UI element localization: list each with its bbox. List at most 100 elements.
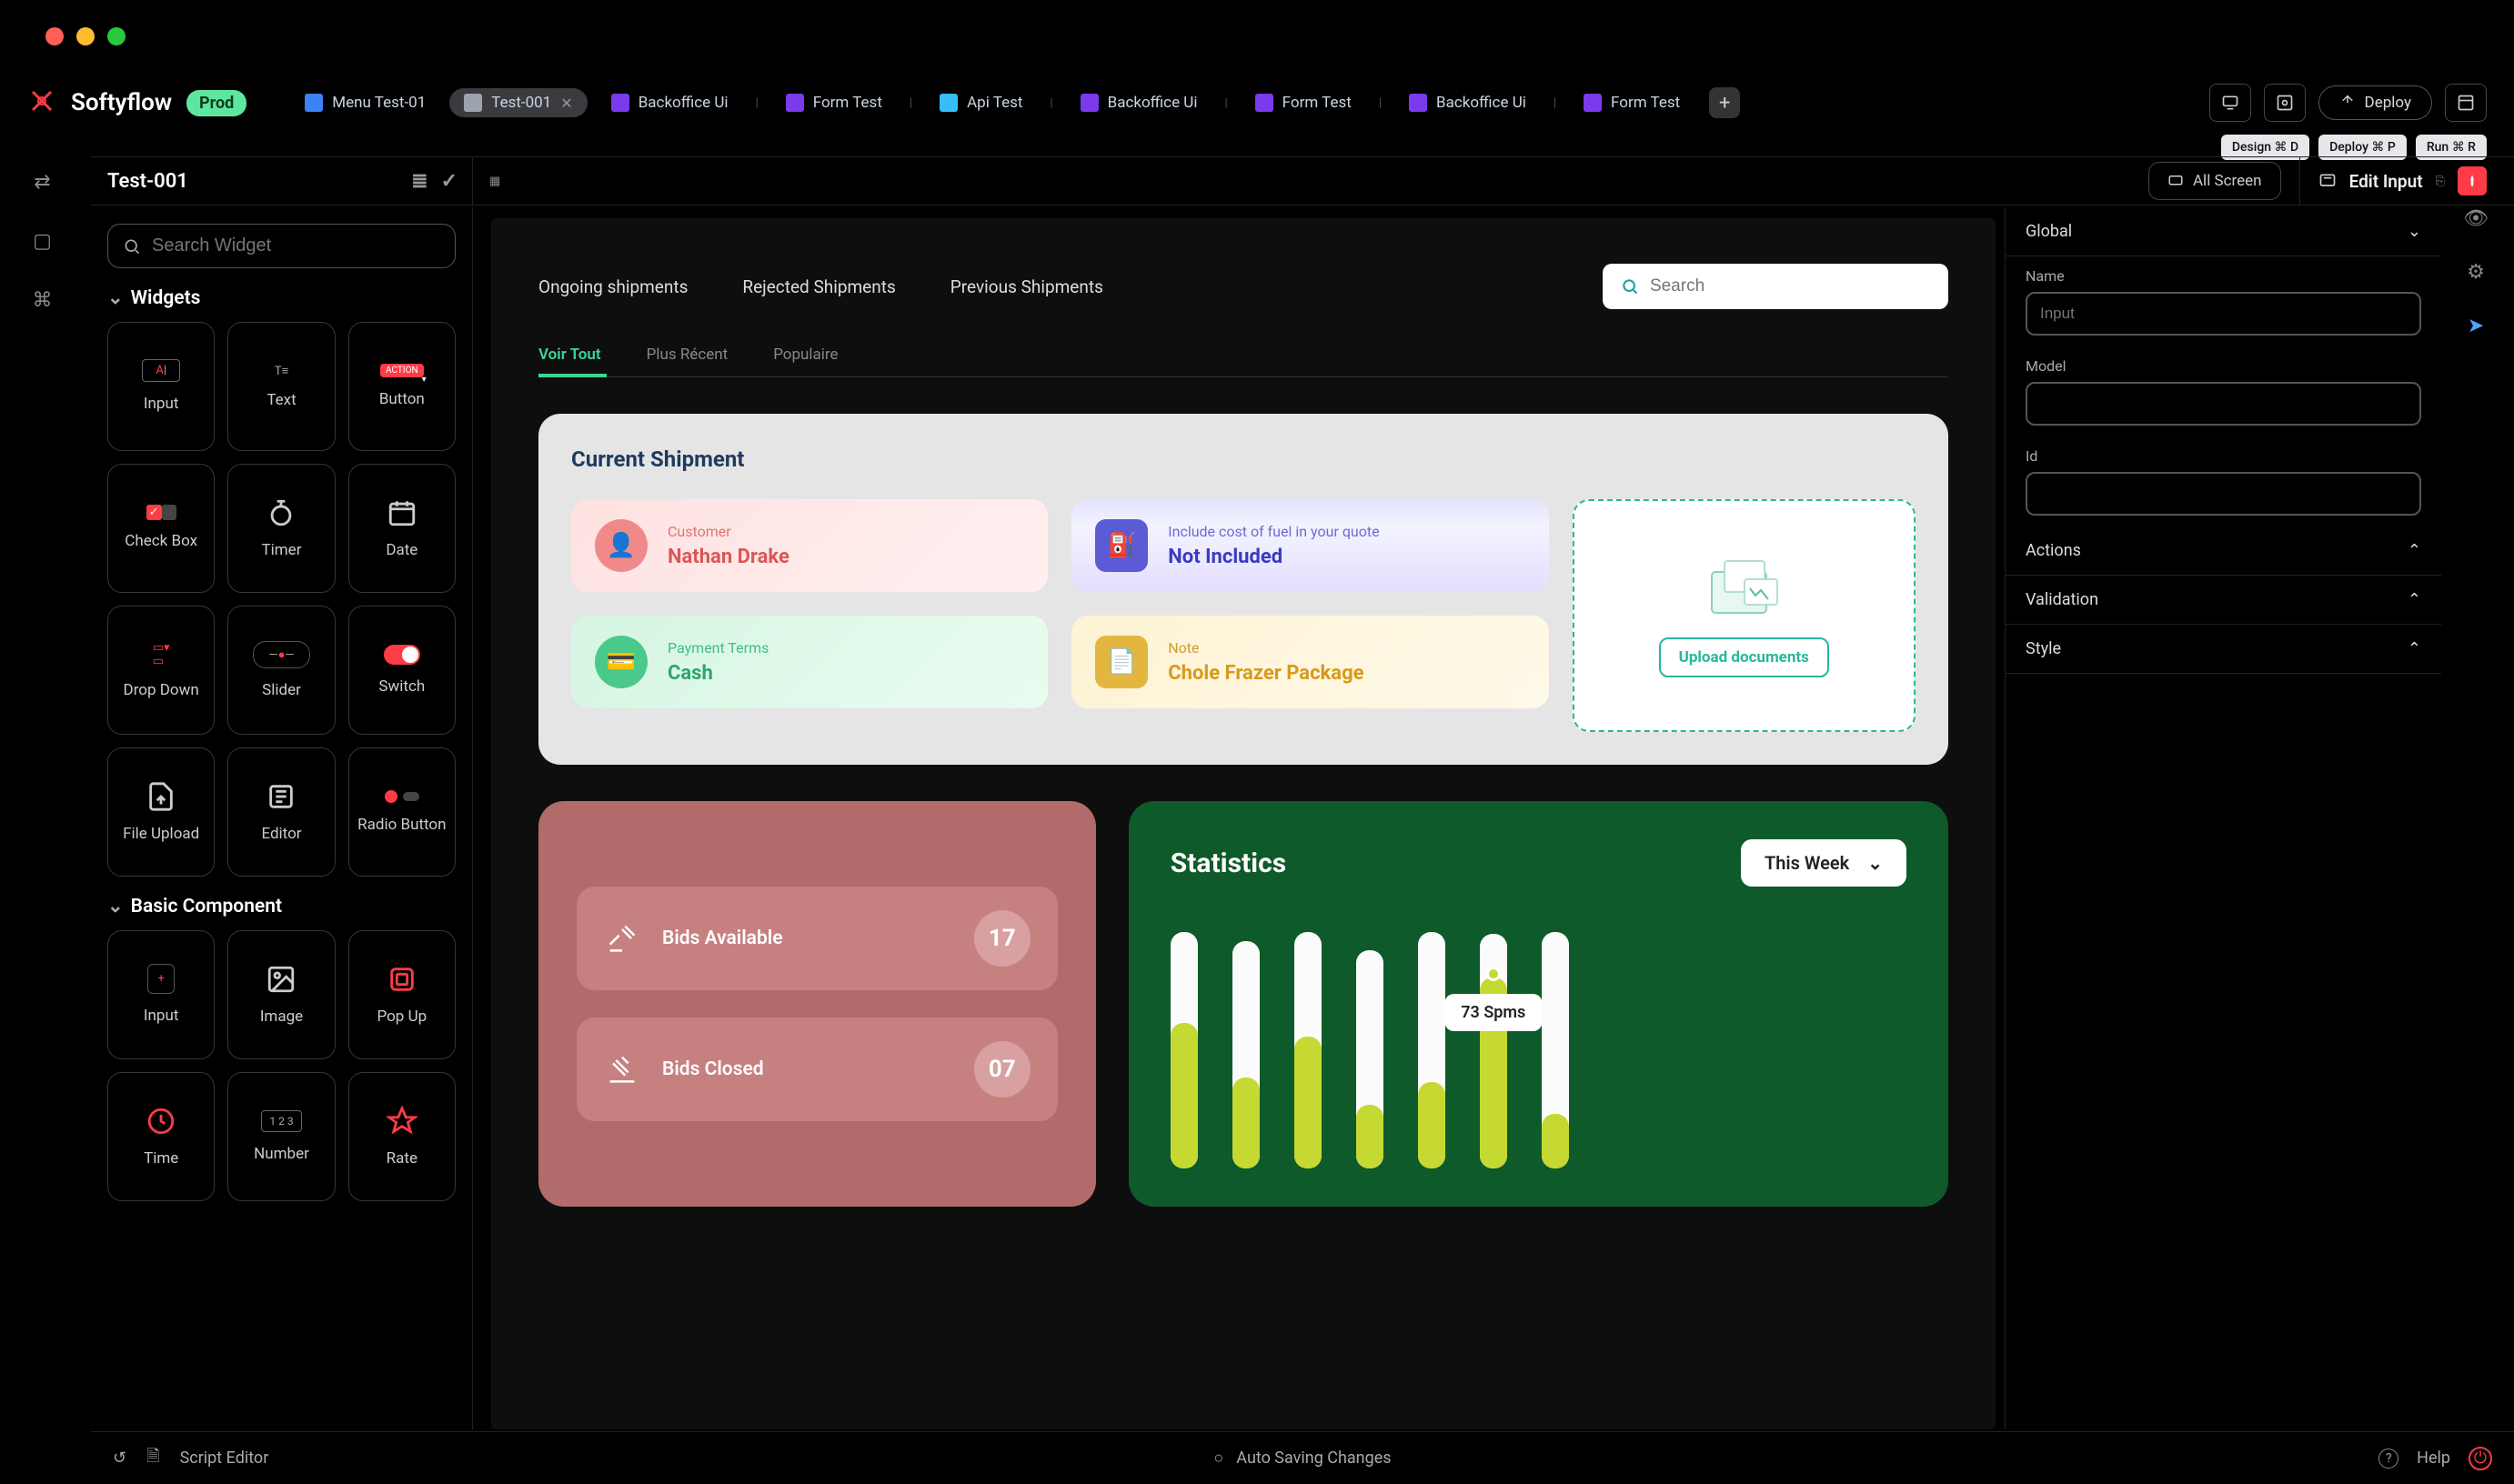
stats-bar[interactable] [1356,950,1383,1168]
minimize-window-icon[interactable] [76,27,95,45]
cursor-icon[interactable]: ➤ [2468,315,2484,337]
history-icon[interactable]: ↺ [113,1449,126,1468]
widget-search-input[interactable] [152,236,440,256]
tab-menu-test[interactable]: Menu Test-01 [290,88,440,117]
collapse-icon[interactable]: ⇄ [34,171,50,194]
stats-bar[interactable] [1542,932,1569,1168]
stats-bar[interactable] [1418,932,1445,1168]
bids-closed-row[interactable]: Bids Closed 07 [577,1018,1058,1121]
file-upload-icon [146,781,176,812]
widgets-section-header[interactable]: ⌄Widgets [107,286,456,309]
widget-file-upload[interactable]: File Upload [107,747,215,877]
tab-backoffice-1[interactable]: Backoffice Ui [597,88,743,117]
model-input[interactable] [2026,382,2421,426]
fuel-icon: ⛽ [1095,519,1148,572]
maximize-window-icon[interactable] [107,27,126,45]
upload-documents-button[interactable]: Upload documents [1659,637,1829,677]
deploy-button[interactable]: Deploy [2318,85,2432,120]
expand-icon[interactable] [2445,84,2487,122]
check-icon[interactable]: ✓ [441,170,458,193]
widget-text[interactable]: T≡Text [227,322,335,451]
chevron-up-icon: ⌃ [2408,590,2421,609]
help-icon[interactable]: ? [2378,1449,2398,1469]
script-icon[interactable]: 🗎 [146,1445,159,1472]
basic-popup[interactable]: Pop Up [348,930,456,1059]
tab-form-test-3[interactable]: Form Test [1569,88,1694,117]
settings-icon[interactable] [2264,84,2306,122]
widget-input[interactable]: A|Input [107,322,215,451]
widget-checkbox[interactable]: ✓ Check Box [107,464,215,593]
all-screen-button[interactable]: All Screen [2148,162,2281,200]
stats-bar[interactable] [1232,941,1260,1168]
components-icon[interactable]: ▦ [489,175,500,188]
note-box[interactable]: 📄 NoteChole Frazer Package [1071,616,1548,708]
basic-input[interactable]: +Input [107,930,215,1059]
id-input[interactable] [2026,472,2421,516]
basic-rate[interactable]: Rate [348,1072,456,1201]
tab-backoffice-3[interactable]: Backoffice Ui [1394,88,1541,117]
widget-button[interactable]: ACTIONButton [348,322,456,451]
basic-number[interactable]: 1 2 3Number [227,1072,335,1201]
radio-icon [385,790,419,803]
widget-dropdown[interactable]: ▭▾▭Drop Down [107,606,215,735]
widget-date[interactable]: Date [348,464,456,593]
section-style[interactable]: Style⌃ [2006,625,2441,674]
tree-icon[interactable]: ⌘ [33,289,53,312]
basic-time[interactable]: Time [107,1072,215,1201]
bids-available-row[interactable]: Bids Available 17 [577,887,1058,990]
canvas-search[interactable] [1603,264,1948,309]
text-icon: T≡ [275,364,288,378]
tab-test-001[interactable]: Test-001✕ [449,88,587,117]
widget-radio[interactable]: Radio Button [348,747,456,877]
eye-icon[interactable]: 👁 [2463,207,2489,230]
tab-form-test-2[interactable]: Form Test [1241,88,1366,117]
tab-label: Form Test [1611,94,1680,112]
tab-form-test-1[interactable]: Form Test [771,88,897,117]
stats-range-select[interactable]: This Week⌄ [1741,839,1906,887]
dropdown-icon: ▭▾▭ [153,641,170,668]
tab-api-test[interactable]: Api Test [925,88,1037,117]
section-actions[interactable]: Actions⌃ [2006,526,2441,576]
nav-previous[interactable]: Previous Shipments [950,276,1103,297]
subtab-all[interactable]: Voir Tout [538,346,601,364]
pin-icon[interactable] [2458,166,2487,196]
stats-bar[interactable] [1171,932,1198,1168]
upload-dropzone[interactable]: Upload documents [1573,499,1916,732]
widget-slider[interactable]: —●—Slider [227,606,335,735]
preview-icon[interactable] [2209,84,2251,122]
search-icon [123,236,141,256]
widget-timer[interactable]: Timer [227,464,335,593]
layers-icon[interactable]: ≣ [411,170,427,193]
subtab-recent[interactable]: Plus Récent [647,346,729,364]
canvas-search-input[interactable] [1650,276,1930,296]
copy-icon[interactable]: ⎘ [2436,175,2445,188]
tab-backoffice-2[interactable]: Backoffice Ui [1066,88,1212,117]
section-validation[interactable]: Validation⌃ [2006,576,2441,625]
sliders-icon[interactable]: ⚙ [2467,261,2485,284]
fuel-value: Not Included [1168,546,1379,568]
add-tab-button[interactable]: + [1709,87,1740,118]
section-global[interactable]: Global⌄ [2006,207,2441,256]
time-icon [146,1106,176,1137]
customer-box[interactable]: 👤 CustomerNathan Drake [571,499,1048,592]
basic-section-header[interactable]: ⌄Basic Component [107,895,456,917]
widget-search[interactable] [107,224,456,268]
nav-rejected[interactable]: Rejected Shipments [742,276,895,297]
monitor-icon[interactable]: ▢ [33,230,52,253]
payment-box[interactable]: 💳 Payment TermsCash [571,616,1048,708]
nav-ongoing[interactable]: Ongoing shipments [538,276,688,297]
power-icon[interactable]: ⏻ [2469,1447,2492,1470]
subtab-popular[interactable]: Populaire [773,346,838,364]
tab-strip: Menu Test-01 Test-001✕ Backoffice Ui| Fo… [290,87,1740,118]
script-editor-link[interactable]: Script Editor [180,1449,269,1468]
close-window-icon[interactable] [45,27,64,45]
close-icon[interactable]: ✕ [560,95,572,112]
fuel-box[interactable]: ⛽ Include cost of fuel in your quoteNot … [1071,499,1548,592]
help-link[interactable]: Help [2417,1449,2450,1468]
stats-bar[interactable] [1294,932,1322,1168]
widget-switch[interactable]: Switch [348,606,456,735]
basic-image[interactable]: Image [227,930,335,1059]
env-badge[interactable]: Prod [186,90,246,116]
name-input[interactable] [2026,292,2421,336]
widget-editor[interactable]: Editor [227,747,335,877]
